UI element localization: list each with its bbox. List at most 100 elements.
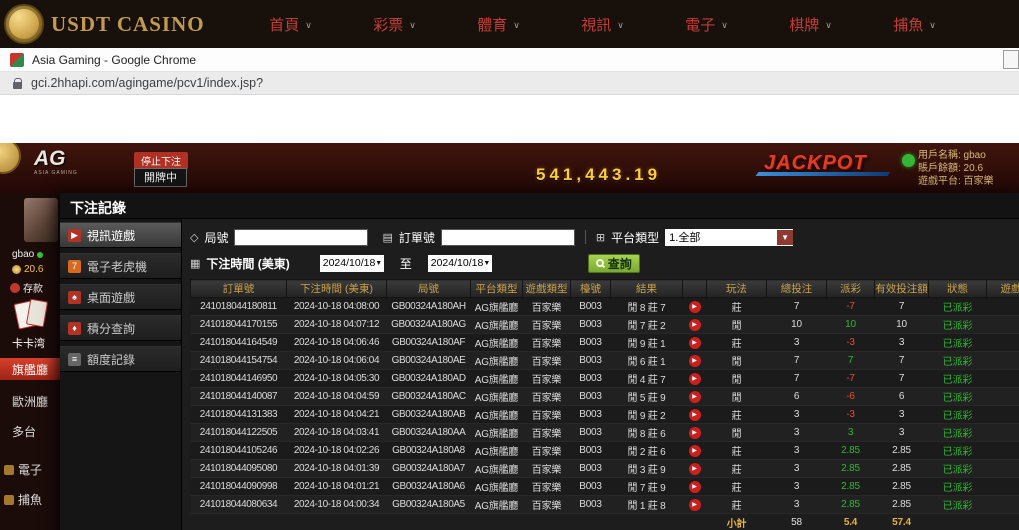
cell-result: 閒 9 莊 1 (611, 334, 683, 352)
subtotal-bet: 58 (767, 514, 827, 530)
table-row: 2410180441469502024-10-18 04:05:30GB0032… (191, 370, 1019, 388)
cell-time: 2024-10-18 04:06:04 (287, 352, 387, 370)
records-table-wrap: 訂單號下注時間 (美東)局號平台類型遊戲類型檯號結果玩法總投注派彩有效投注額狀態… (190, 279, 1019, 530)
menu-item-slot[interactable]: 7電子老虎機 (60, 253, 181, 279)
nav-item-label: 體育 (477, 14, 507, 35)
address-bar[interactable]: gci.2hhapi.com/agingame/pcv1/index.jsp? (0, 72, 1019, 95)
menu-item-label: 電子老虎機 (87, 258, 147, 275)
nav-item[interactable]: 電子∨ (655, 14, 759, 35)
cell-play: 閒 (707, 370, 767, 388)
replay-icon[interactable]: ▶ (689, 337, 701, 349)
nav-item[interactable]: 視訊∨ (551, 14, 655, 35)
lobby-item-electronic[interactable]: 電子 (4, 461, 42, 478)
nav-item[interactable]: 彩票∨ (343, 14, 447, 35)
brand-coin-icon (4, 4, 44, 44)
cell-valid: 2.85 (875, 460, 929, 478)
replay-icon[interactable]: ▶ (689, 373, 701, 385)
menu-item-points[interactable]: ♦積分查詢 (60, 315, 181, 341)
cell-time: 2024-10-18 04:00:34 (287, 496, 387, 514)
menu-item-quota[interactable]: ≡額度記錄 (60, 346, 181, 372)
order-number-input[interactable] (441, 229, 575, 246)
deposit-icon (10, 283, 20, 293)
modal-title: 下注記錄 (60, 193, 1019, 219)
jackpot-value: 541,443.19 (536, 165, 661, 185)
replay-icon[interactable]: ▶ (689, 355, 701, 367)
platform-type-icon: ⊞ (596, 231, 605, 244)
date-to-field[interactable]: 2024/10/18 ▼ (428, 255, 492, 272)
order-number-label: 訂單號 (399, 229, 435, 246)
menu-item-video[interactable]: ▶視訊遊戲 (60, 222, 181, 248)
account-platform: 遊戲平台: 百家樂 (918, 175, 1018, 188)
replay-icon[interactable]: ▶ (689, 391, 701, 403)
round-number-input[interactable] (234, 229, 368, 246)
cell-order: 241018044105246 (191, 442, 287, 460)
window-control[interactable] (1003, 50, 1019, 69)
replay-icon[interactable]: ▶ (689, 463, 701, 475)
nav-item[interactable]: 體育∨ (447, 14, 551, 35)
replay-icon[interactable]: ▶ (689, 427, 701, 439)
cell-time: 2024-10-18 04:04:21 (287, 406, 387, 424)
subtotal-row: 小計585.457.4 (191, 514, 1019, 530)
cell-play: 閒 (707, 352, 767, 370)
cell-round: GB00324A180AB (387, 406, 471, 424)
nav-item[interactable]: 棋牌∨ (759, 14, 863, 35)
spacer (929, 514, 987, 530)
cell-payout: 2.85 (827, 496, 875, 514)
avatar[interactable] (24, 198, 58, 242)
column-header: 檯號 (571, 280, 611, 298)
cell-valid: 10 (875, 316, 929, 334)
cell-result: 閒 1 莊 8 (611, 496, 683, 514)
cell-platform: AG旗艦廳 (471, 388, 523, 406)
cell-time: 2024-10-18 04:02:26 (287, 442, 387, 460)
nav-item[interactable]: 捕魚∨ (863, 14, 967, 35)
lobby-item-multi[interactable]: 多台 (12, 423, 36, 440)
lobby-item-europe[interactable]: 歐洲廳 (12, 393, 48, 410)
cell-status: 已派彩 (929, 370, 987, 388)
cell-extra (987, 388, 1019, 406)
menu-item-table[interactable]: ♠桌面遊戲 (60, 284, 181, 310)
records-panel: ◇ 局號 ▤ 訂單號 ⊞ 平台類型 1.全部 ▼ (182, 219, 1019, 530)
cell-result: 閒 7 莊 9 (611, 478, 683, 496)
table-row: 2410180441808112024-10-18 04:08:00GB0032… (191, 298, 1019, 316)
table-icon: ♠ (68, 291, 81, 304)
cell-order: 241018044154754 (191, 352, 287, 370)
table-row: 2410180440806342024-10-18 04:00:34GB0032… (191, 496, 1019, 514)
account-balance: 賬戶餘額: 20.6 (918, 162, 1018, 175)
lobby-item-fishing[interactable]: 捕魚 (4, 491, 42, 508)
filter-row-1: ◇ 局號 ▤ 訂單號 ⊞ 平台類型 1.全部 ▼ (190, 227, 1019, 247)
replay-icon[interactable]: ▶ (689, 301, 701, 313)
main-nav: 首頁∨彩票∨體育∨視訊∨電子∨棋牌∨捕魚∨ (239, 14, 967, 35)
cell-bet: 7 (767, 352, 827, 370)
cell-valid: 3 (875, 424, 929, 442)
column-header: 訂單號 (191, 280, 287, 298)
connection-status-icon (902, 154, 915, 167)
cell-result: 閒 4 莊 7 (611, 370, 683, 388)
deposit-button[interactable]: 存款 (10, 280, 43, 295)
nav-item[interactable]: 首頁∨ (239, 14, 343, 35)
cell-bet: 3 (767, 442, 827, 460)
cell-status: 已派彩 (929, 316, 987, 334)
lobby-room-label[interactable]: 卡卡湾 (12, 335, 45, 351)
replay-icon[interactable]: ▶ (689, 409, 701, 421)
platform-select[interactable]: 1.全部 ▼ (665, 229, 793, 246)
chevron-down-icon: ∨ (721, 20, 728, 31)
search-button[interactable]: 查詢 (588, 254, 640, 273)
replay-icon[interactable]: ▶ (689, 481, 701, 493)
replay-icon[interactable]: ▶ (689, 445, 701, 457)
cell-game: 百家樂 (523, 496, 571, 514)
brand[interactable]: USDT CASINO (0, 4, 205, 44)
order-number-icon: ▤ (382, 231, 392, 244)
date-from-field[interactable]: 2024/10/18 ▼ (320, 255, 384, 272)
flagship-hall-button[interactable]: 旗艦廳 (0, 358, 60, 380)
nav-item-label: 彩票 (373, 14, 403, 35)
replay-icon[interactable]: ▶ (689, 319, 701, 331)
coin-icon (12, 265, 21, 274)
cell-replay: ▶ (683, 298, 707, 316)
cell-round: GB00324A180A7 (387, 460, 471, 478)
replay-icon[interactable]: ▶ (689, 499, 701, 511)
cell-payout: 2.85 (827, 478, 875, 496)
cell-order: 241018044090998 (191, 478, 287, 496)
ag-logo: AG ASIA GAMING (34, 148, 78, 176)
column-header: 結果 (611, 280, 683, 298)
lobby-username: gbao (12, 249, 43, 260)
